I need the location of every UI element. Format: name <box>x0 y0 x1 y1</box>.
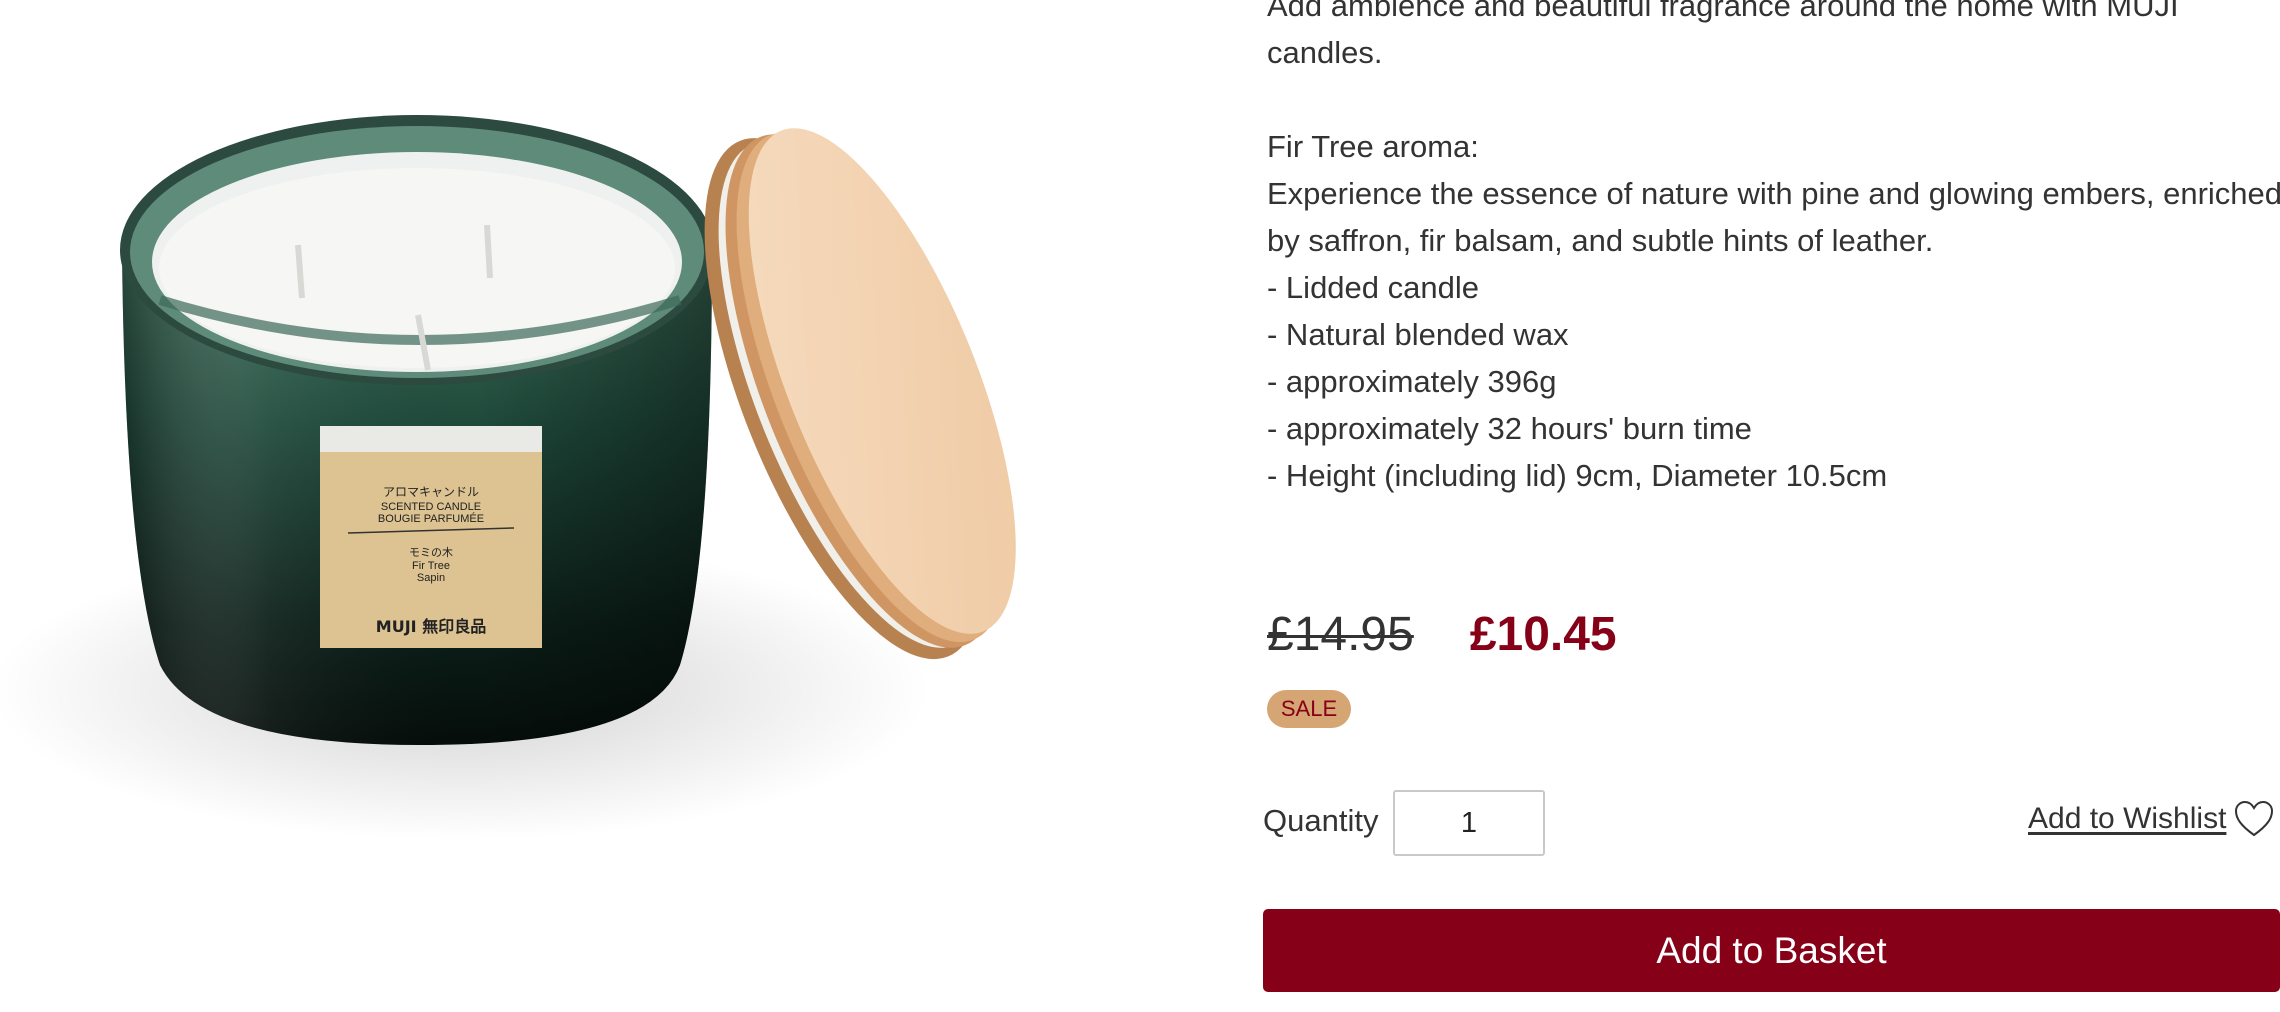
description-line: - Natural blended wax <box>1267 317 1569 352</box>
label-scent-jp: モミの木 <box>409 546 453 559</box>
label-scent-fr: Sapin <box>417 572 445 584</box>
description-line: Experience the essence of nature with pi… <box>1267 176 2280 211</box>
description-line: - approximately 32 hours' burn time <box>1267 411 1752 446</box>
description-line: - approximately 396g <box>1267 364 1557 399</box>
heart-icon[interactable] <box>2234 800 2274 838</box>
description-line: - Lidded candle <box>1267 270 1479 305</box>
original-price: £14.95 <box>1267 608 1414 661</box>
product-image: アロマキャンドル SCENTED CANDLE BOUGIE PARFUMÉE … <box>0 115 1016 840</box>
description-line: Fir Tree aroma: <box>1267 129 1479 164</box>
description-line: - Height (including lid) 9cm, Diameter 1… <box>1267 458 1888 493</box>
quantity-input[interactable] <box>1393 790 1545 856</box>
label-text-jp: アロマキャンドル <box>383 485 479 499</box>
description-line: candles. <box>1267 35 1383 70</box>
label-text-en: SCENTED CANDLE <box>381 501 481 513</box>
add-to-wishlist-link[interactable]: Add to Wishlist <box>2028 802 2226 836</box>
description-line: by saffron, fir balsam, and subtle hints… <box>1267 223 1934 258</box>
label-brand: MUJI 無印良品 <box>376 617 486 636</box>
label-scent-en: Fir Tree <box>412 560 450 572</box>
sale-badge: SALE <box>1267 690 1351 728</box>
quantity-label: Quantity <box>1263 803 1379 838</box>
add-to-basket-button[interactable]: Add to Basket <box>1263 909 2280 992</box>
description-line: Add ambience and beautiful fragrance aro… <box>1267 0 2179 23</box>
product-description: Add ambience and beautiful fragrance aro… <box>1267 0 2280 499</box>
label-text-fr: BOUGIE PARFUMÉE <box>378 512 484 525</box>
sale-price: £10.45 <box>1469 608 1617 661</box>
price-row: £14.95 £10.45 <box>1267 607 1617 667</box>
add-to-wishlist[interactable]: Add to Wishlist <box>2028 800 2274 838</box>
